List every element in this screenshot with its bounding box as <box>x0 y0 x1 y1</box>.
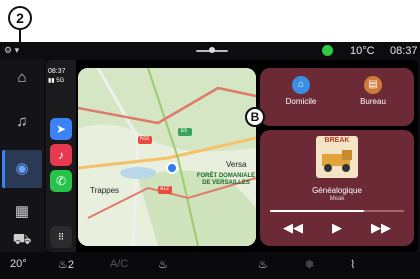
climate-bar: 20° ♨2 A/C ♨ ♨ ✽ ⌇ <box>0 252 420 279</box>
maps-app-icon[interactable]: ➤ <box>50 118 72 140</box>
car-screen: ⚙ ▾ 10°C 08:37 ⌂ ♫ ◉ ▦ ⛟ 08:37 ▮▮ 5G ➤ ♪… <box>0 42 420 279</box>
home-icon[interactable]: ⌂ <box>10 66 34 90</box>
widget-column: ⌂ Domicile ▤ Bureau BREAK Généalogique M… <box>260 68 414 246</box>
app-grid-icon[interactable]: ⠿ <box>50 226 72 248</box>
map-canvas <box>78 68 256 246</box>
seat-heat-left[interactable]: ♨2 <box>58 258 74 271</box>
road-label: N10 <box>140 136 150 142</box>
rear-defrost-icon[interactable]: ♨ <box>258 258 268 271</box>
current-location-marker <box>166 162 178 174</box>
destination-label: Bureau <box>360 97 386 106</box>
rewind-icon[interactable]: ◀◀ <box>278 218 308 238</box>
briefcase-icon: ▤ <box>364 76 382 94</box>
destinations-widget: ⌂ Domicile ▤ Bureau <box>260 68 414 126</box>
phone-app-icon[interactable]: ✆ <box>50 170 72 192</box>
status-bar: ⚙ ▾ 10°C 08:37 <box>0 42 420 60</box>
album-art: BREAK <box>316 136 358 178</box>
phone-projection-icon[interactable]: ◉ <box>10 157 34 181</box>
now-playing-widget[interactable]: BREAK Généalogique Meak ◀◀ ▶ ▶▶ <box>260 130 414 246</box>
home-icon: ⌂ <box>292 76 310 94</box>
destination-work[interactable]: ▤ Bureau <box>338 76 408 106</box>
driver-temperature[interactable]: 20° <box>10 258 27 270</box>
carplay-dock: 08:37 ▮▮ 5G ➤ ♪ ✆ ⠿ <box>46 60 76 252</box>
map-widget[interactable]: Versa Trappes E5 N10 A12 FORÊT DOMANIALE… <box>78 68 256 246</box>
artist-name: Meak <box>329 196 345 202</box>
carplay-screen: 08:37 ▮▮ 5G ➤ ♪ ✆ ⠿ Versa Trappes E5 N10… <box>46 60 418 252</box>
play-icon[interactable]: ▶ <box>322 218 352 238</box>
road-label: E5 <box>181 128 188 134</box>
music-icon[interactable]: ♫ <box>10 110 34 134</box>
fast-forward-icon[interactable]: ▶▶ <box>366 218 396 238</box>
seat-level: 2 <box>67 259 74 271</box>
fan-icon[interactable]: ✽ <box>305 258 314 271</box>
network-label: 5G <box>56 78 65 84</box>
settings-icon[interactable]: ⚙ ▾ <box>4 45 19 56</box>
progress-fill <box>270 210 364 212</box>
page-dot-icon <box>209 47 215 53</box>
destination-label: Domicile <box>285 97 317 106</box>
clock: 08:37 <box>390 45 418 57</box>
callout-2: 2 <box>8 6 32 30</box>
place-label: Versa <box>226 160 247 169</box>
dock-time: 08:37 <box>48 68 66 75</box>
destination-home[interactable]: ⌂ Domicile <box>266 76 336 106</box>
left-rail: ⌂ ♫ ◉ ▦ ⛟ <box>0 60 44 252</box>
apps-grid-icon[interactable]: ▦ <box>10 200 34 224</box>
music-app-icon[interactable]: ♪ <box>50 144 72 166</box>
progress-bar[interactable] <box>270 210 404 212</box>
song-title: Généalogique <box>312 186 362 195</box>
car-icon[interactable]: ⛟ <box>10 228 34 252</box>
phone-connected-icon <box>322 45 333 56</box>
dock-network: ▮▮ 5G <box>48 78 65 84</box>
album-title: BREAK <box>324 137 350 144</box>
place-label: Trappes <box>90 186 120 195</box>
ac-button[interactable]: A/C <box>110 258 128 270</box>
road-label: A12 <box>160 186 169 192</box>
callout-b: B <box>245 107 265 127</box>
outside-temperature: 10°C <box>350 45 375 57</box>
seat-recline-icon[interactable]: ⌇ <box>350 258 355 271</box>
playback-controls: ◀◀ ▶ ▶▶ <box>270 218 404 240</box>
callout-area: 2 <box>0 0 420 142</box>
forest-label: FORÊT DOMANIALE DE VERSAILLES <box>196 173 256 186</box>
seat-heat-icon[interactable]: ♨ <box>158 258 168 271</box>
